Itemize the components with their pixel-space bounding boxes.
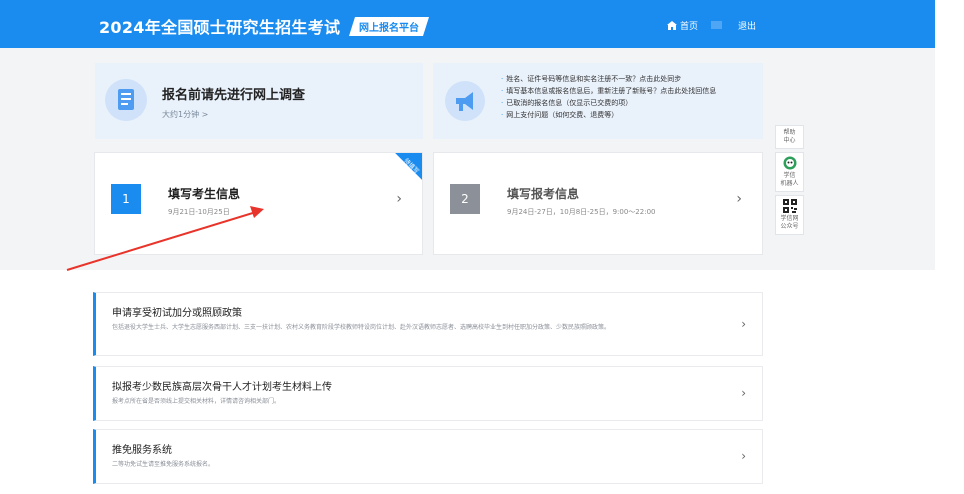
step-title: 填写报考信息 [507, 187, 580, 201]
help-center-button[interactable]: 帮助 中心 [775, 125, 804, 149]
robot-line2: 机器人 [780, 180, 799, 187]
notice-recover-info[interactable]: 填写基本信息或报名信息后，重新注册了新账号？点击此处找回信息 [501, 85, 716, 97]
survey-card[interactable]: 报名前请先进行网上调查 大约1分钟 > [95, 63, 423, 139]
step-title: 填写考生信息 [168, 187, 241, 201]
pending-corner-tag: 待填写 [384, 153, 422, 191]
robot-icon [783, 156, 796, 170]
service-title: 推免服务系统 [112, 445, 172, 456]
home-label: 首页 [680, 22, 699, 32]
wechat-line1: 学信网 [780, 215, 799, 222]
service-title: 拟报考少数民族高层次骨干人才计划考生材料上传 [112, 382, 332, 393]
service-recommendation-system[interactable]: 推免服务系统 二等功免试生请至推免服务系统报名。 › [93, 429, 763, 484]
chevron-right-icon: › [741, 449, 746, 463]
service-bonus-policy[interactable]: 申请享受初试加分或照顾政策 包括退役大学生士兵、大学生志愿服务西部计划、三支一扶… [93, 292, 763, 356]
megaphone-icon [445, 81, 485, 121]
step-date: 9月21日-10月25日 [168, 208, 230, 216]
service-description: 报考点所在省是否须线上提交相关材料，详情请咨询相关部门。 [112, 398, 281, 405]
chevron-right-icon: › [741, 386, 746, 400]
survey-document-icon [105, 79, 147, 121]
service-description: 二等功免试生请至推免服务系统报名。 [112, 461, 215, 468]
platform-badge: 网上报名平台 [349, 17, 429, 36]
notice-payment-help[interactable]: 网上支付问题（如何交费、退费等） [501, 109, 716, 121]
step-fill-application-info[interactable]: 2 填写报考信息 9月24日-27日，10月8日-25日，9:00～22:00 … [433, 152, 763, 255]
logout-link[interactable]: 退出 [738, 19, 756, 32]
chevron-right-icon: › [736, 191, 742, 207]
step-date: 9月24日-27日，10月8日-25日，9:00～22:00 [507, 208, 656, 216]
robot-line1: 学信 [783, 172, 796, 179]
user-avatar[interactable] [711, 21, 722, 29]
robot-button[interactable]: 学信 机器人 [775, 152, 804, 192]
home-link[interactable]: 首页 [667, 19, 698, 32]
side-toolbar: 帮助 中心 学信 机器人 学信网 公众号 [775, 125, 804, 238]
survey-duration[interactable]: 大约1分钟 > [162, 109, 208, 120]
qr-code-icon [782, 199, 797, 213]
notice-list: 姓名、证件号码等信息和实名注册不一致？点击此处同步 填写基本信息或报名信息后，重… [501, 73, 716, 121]
service-description: 包括退役大学生士兵、大学生志愿服务西部计划、三支一扶计划、农村义务教育阶段学校教… [112, 324, 611, 331]
service-minority-talent-upload[interactable]: 拟报考少数民族高层次骨干人才计划考生材料上传 报考点所在省是否须线上提交相关材料… [93, 366, 763, 421]
home-icon [667, 21, 677, 30]
platform-label: 网上报名平台 [359, 23, 419, 34]
step-fill-candidate-info[interactable]: 1 填写考生信息 9月21日-10月25日 › 待填写 [94, 152, 423, 255]
chevron-right-icon: › [396, 191, 402, 207]
step-number: 2 [450, 184, 480, 214]
notice-sync-identity[interactable]: 姓名、证件号码等信息和实名注册不一致？点击此处同步 [501, 73, 716, 85]
site-title: 2024年全国硕士研究生招生考试 [99, 18, 341, 37]
step-number: 1 [111, 184, 141, 214]
notice-card: 姓名、证件号码等信息和实名注册不一致？点击此处同步 填写基本信息或报名信息后，重… [433, 63, 763, 139]
help-line2: 中心 [783, 137, 796, 144]
wechat-line2: 公众号 [780, 223, 799, 230]
survey-title: 报名前请先进行网上调查 [162, 88, 306, 103]
chevron-right-icon: › [741, 317, 746, 331]
service-title: 申请享受初试加分或照顾政策 [112, 308, 242, 319]
wechat-account-button[interactable]: 学信网 公众号 [775, 195, 804, 235]
help-line1: 帮助 [783, 129, 796, 136]
notice-cancelled-registrations[interactable]: 已取消的报名信息（仅显示已交费的项） [501, 97, 716, 109]
top-header: 2024年全国硕士研究生招生考试 网上报名平台 首页 退出 [0, 0, 935, 48]
page: 2024年全国硕士研究生招生考试 网上报名平台 首页 退出 报名前请先进行网上调… [0, 0, 964, 494]
